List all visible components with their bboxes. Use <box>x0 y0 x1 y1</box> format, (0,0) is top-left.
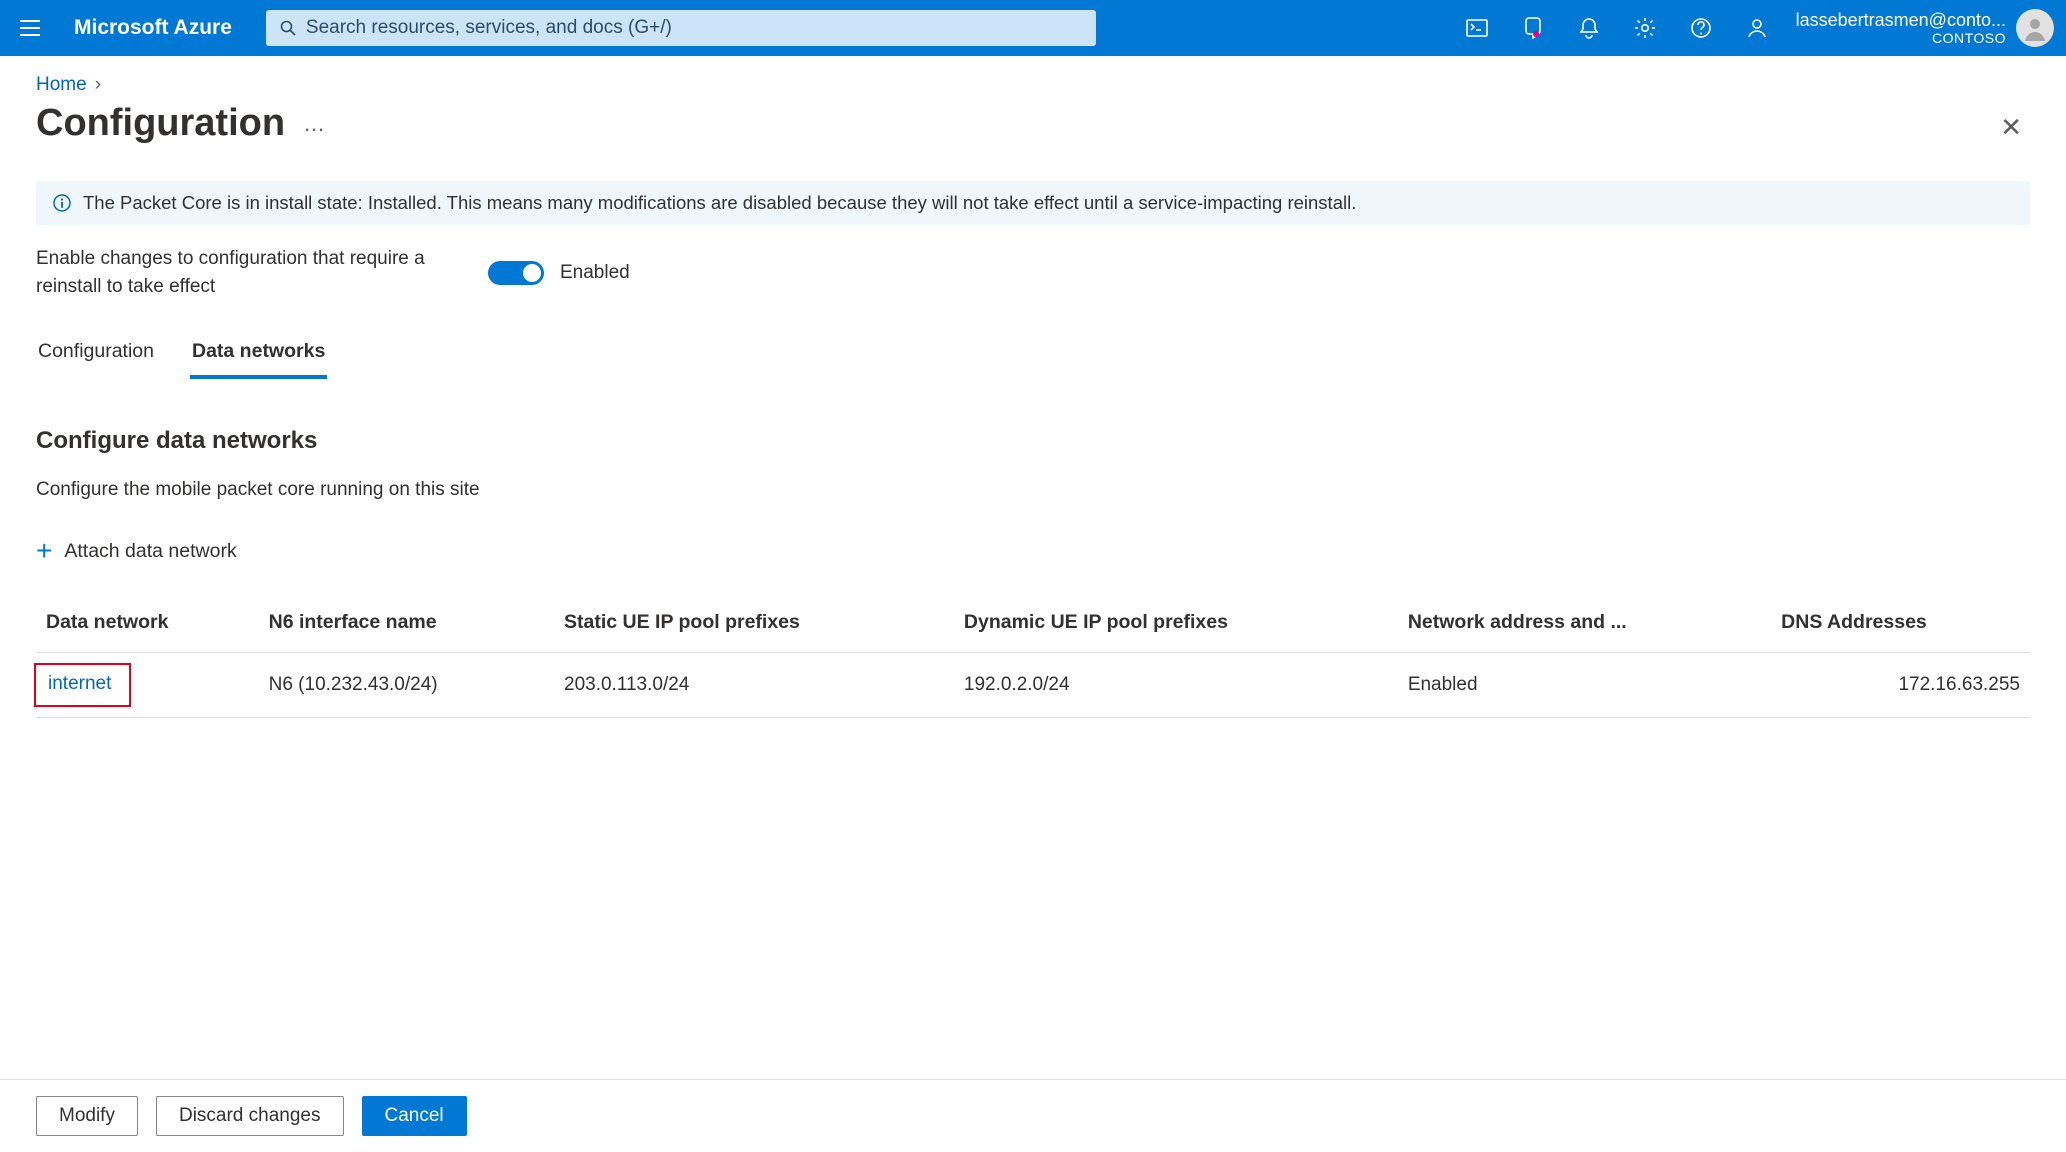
breadcrumb: Home › <box>36 74 2030 96</box>
cell-dns: 172.16.63.255 <box>1771 653 2030 718</box>
col-dynamic-ue[interactable]: Dynamic UE IP pool prefixes <box>954 611 1398 653</box>
footer-actions: Modify Discard changes Cancel <box>0 1079 2066 1152</box>
tab-data-networks[interactable]: Data networks <box>190 334 327 379</box>
avatar-icon <box>2016 9 2054 47</box>
attach-data-network-label: Attach data network <box>64 540 236 563</box>
col-napt[interactable]: Network address and ... <box>1398 611 1771 653</box>
hamburger-menu-icon[interactable] <box>12 10 48 46</box>
search-input[interactable] <box>306 17 1082 39</box>
topbar-actions <box>1464 15 1770 41</box>
reinstall-toggle-state: Enabled <box>560 262 630 284</box>
modify-button[interactable]: Modify <box>36 1096 138 1136</box>
copilot-icon[interactable] <box>1520 15 1546 41</box>
col-dns[interactable]: DNS Addresses <box>1771 611 2030 653</box>
tab-strip: Configuration Data networks <box>36 334 2030 379</box>
reinstall-toggle-label: Enable changes to configuration that req… <box>36 245 426 300</box>
cell-dynamic-ue: 192.0.2.0/24 <box>954 653 1398 718</box>
table-row: internet N6 (10.232.43.0/24) 203.0.113.0… <box>36 653 2030 718</box>
tab-configuration[interactable]: Configuration <box>36 334 156 379</box>
attach-data-network-button[interactable]: + Attach data network <box>36 537 2030 565</box>
account-email: lassebertrasmen@conto... <box>1796 10 2006 31</box>
col-data-network[interactable]: Data network <box>36 611 259 653</box>
search-icon <box>280 20 296 36</box>
reinstall-toggle[interactable] <box>488 261 544 285</box>
notifications-icon[interactable] <box>1576 15 1602 41</box>
cloud-shell-icon[interactable] <box>1464 15 1490 41</box>
cell-napt: Enabled <box>1398 653 1771 718</box>
col-static-ue[interactable]: Static UE IP pool prefixes <box>554 611 954 653</box>
top-bar: Microsoft Azure lassebertrasmen@conto... <box>0 0 2066 56</box>
account-tenant: CONTOSO <box>1796 30 2006 46</box>
search-box[interactable] <box>266 10 1096 46</box>
data-network-link[interactable]: internet <box>48 673 111 694</box>
settings-gear-icon[interactable] <box>1632 15 1658 41</box>
help-icon[interactable] <box>1688 15 1714 41</box>
info-banner-text: The Packet Core is in install state: Ins… <box>83 192 1356 214</box>
breadcrumb-home[interactable]: Home <box>36 74 87 96</box>
plus-icon: + <box>36 537 52 565</box>
cell-n6: N6 (10.232.43.0/24) <box>259 653 554 718</box>
highlight-box: internet <box>34 663 131 707</box>
section-title: Configure data networks <box>36 427 2030 455</box>
chevron-right-icon: › <box>95 74 101 96</box>
brand-title[interactable]: Microsoft Azure <box>74 16 232 40</box>
page-title: Configuration <box>36 102 285 145</box>
info-banner: The Packet Core is in install state: Ins… <box>36 181 2030 225</box>
account-menu[interactable]: lassebertrasmen@conto... CONTOSO <box>1796 9 2054 47</box>
info-icon <box>53 194 71 212</box>
feedback-icon[interactable] <box>1744 15 1770 41</box>
cell-static-ue: 203.0.113.0/24 <box>554 653 954 718</box>
discard-changes-button[interactable]: Discard changes <box>156 1096 344 1136</box>
col-n6[interactable]: N6 interface name <box>259 611 554 653</box>
section-description: Configure the mobile packet core running… <box>36 479 2030 501</box>
close-icon[interactable]: ✕ <box>2000 112 2022 143</box>
more-actions-icon[interactable]: … <box>303 111 327 137</box>
data-networks-table: Data network N6 interface name Static UE… <box>36 611 2030 718</box>
cancel-button[interactable]: Cancel <box>362 1096 467 1136</box>
